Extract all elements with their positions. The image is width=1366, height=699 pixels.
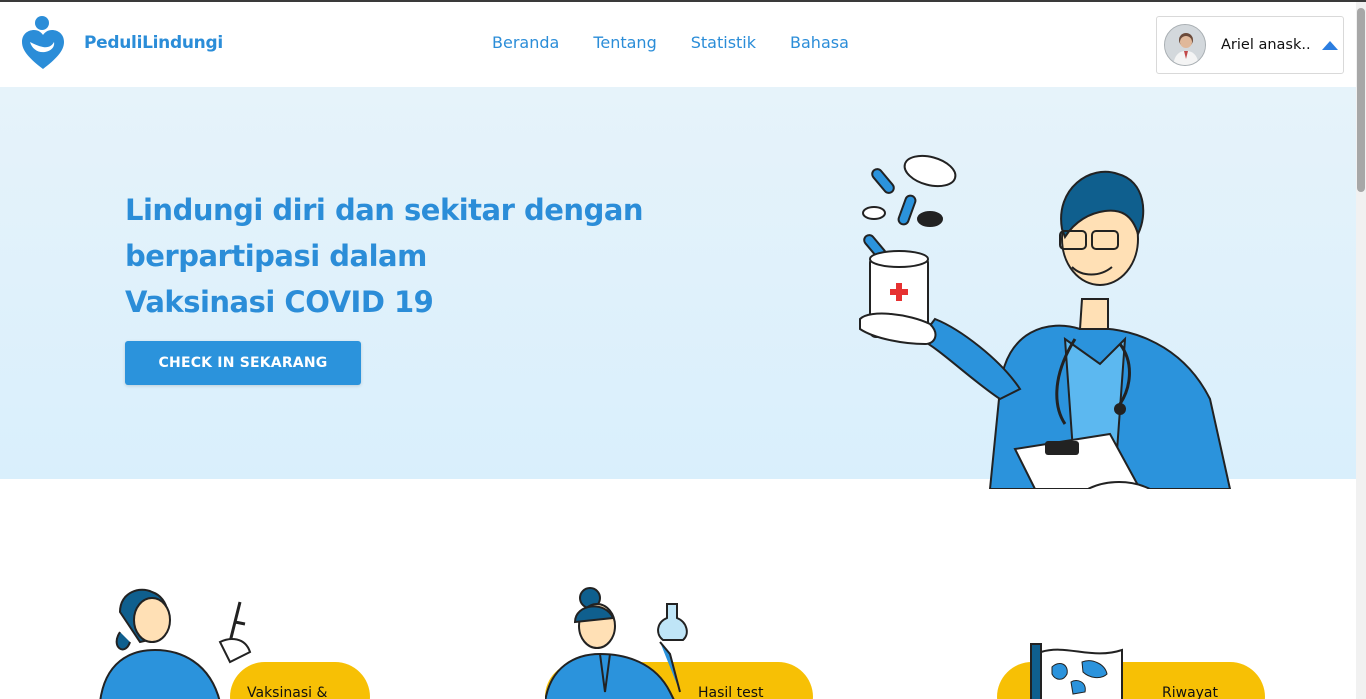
nav-link-statistik[interactable]: Statistik	[691, 33, 756, 52]
scientist-flask-illustration	[545, 587, 688, 699]
heart-hands-logo-icon	[22, 16, 64, 69]
world-map-flag-illustration	[1030, 643, 1123, 699]
nav-link-tentang[interactable]: Tentang	[593, 33, 656, 52]
user-name: Ariel anask..	[1221, 37, 1311, 53]
card-label: Hasil test	[698, 685, 764, 699]
user-avatar	[1164, 24, 1206, 66]
scrollbar-thumb[interactable]	[1357, 8, 1365, 192]
card-vaksinasi[interactable]: Vaksinasi &	[80, 582, 370, 699]
page-scrollbar[interactable]	[1356, 2, 1366, 699]
card-riwayat[interactable]: Riwayat	[997, 582, 1287, 699]
hero-title-line-3: Vaksinasi COVID 19	[125, 285, 434, 319]
brand-home-link[interactable]: PeduliLindungi	[20, 14, 223, 72]
card-hasil-test[interactable]: Hasil test	[545, 582, 835, 699]
nurse-syringe-illustration	[99, 588, 252, 699]
hero-title-line-2: berpartipasi dalam	[125, 239, 427, 273]
user-menu-dropdown[interactable]: Ariel anask..	[1156, 16, 1344, 74]
nav-link-beranda[interactable]: Beranda	[492, 33, 559, 52]
hero-banner: Lindungi diri dan sekitar dengan berpart…	[0, 87, 1356, 489]
caret-up-icon	[1322, 40, 1338, 50]
main-nav: Beranda Tentang Statistik Bahasa	[492, 33, 883, 52]
top-navbar: PeduliLindungi Beranda Tentang Statistik…	[0, 2, 1356, 87]
check-in-button[interactable]: CHECK IN SEKARANG	[125, 341, 361, 385]
hero-title-line-1: Lindungi diri dan sekitar dengan	[125, 193, 644, 227]
card-label: Vaksinasi &	[247, 685, 328, 699]
hero-title: Lindungi diri dan sekitar dengan berpart…	[125, 187, 685, 325]
nav-link-bahasa[interactable]: Bahasa	[790, 33, 849, 52]
brand-name: PeduliLindungi	[84, 33, 223, 53]
doctor-with-pills-illustration	[859, 154, 1232, 489]
card-label: Riwayat	[1162, 685, 1218, 699]
